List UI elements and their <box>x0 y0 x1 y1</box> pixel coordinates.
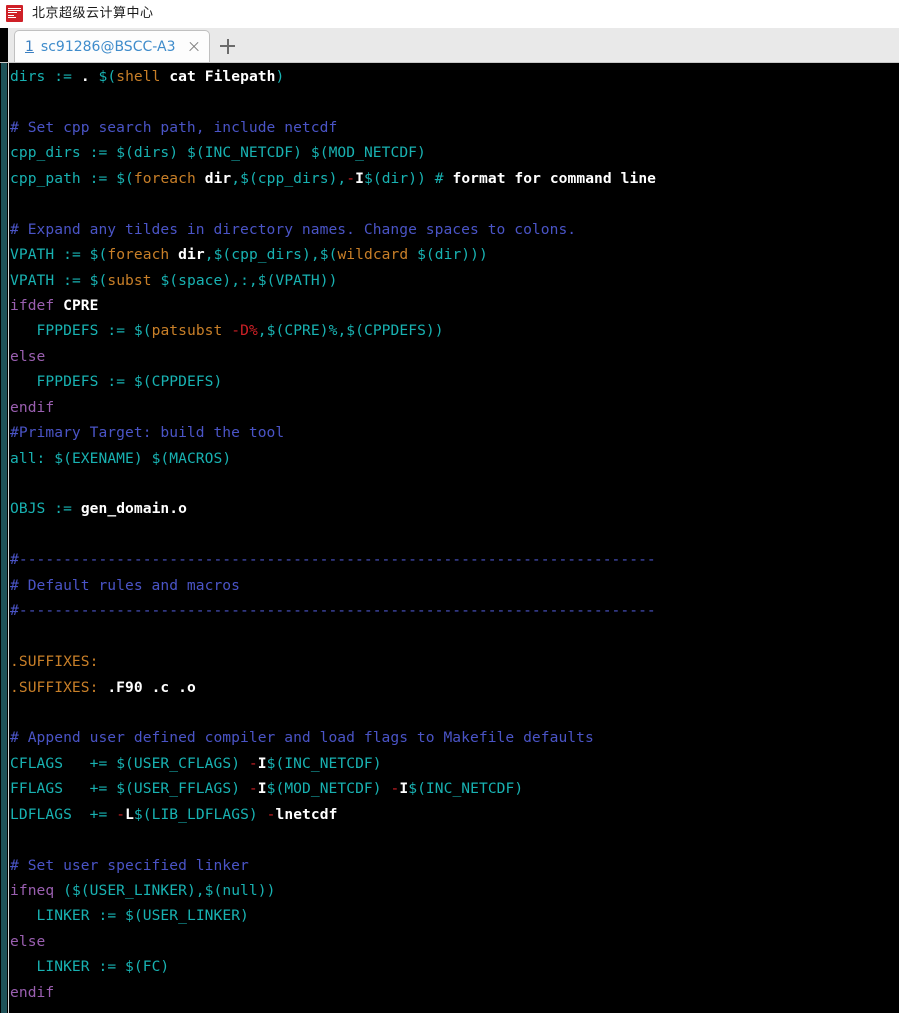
terminal-line: CFLAGS += $(USER_CFLAGS) -I$(INC_NETCDF) <box>10 754 382 772</box>
terminal-line: # Append user defined compiler and load … <box>10 729 594 747</box>
terminal-line: endif <box>10 398 55 416</box>
terminal-line: FFLAGS += $(USER_FFLAGS) -I$(MOD_NETCDF)… <box>10 780 524 798</box>
terminal-line: FPPDEFS := $(CPPDEFS) <box>36 373 223 391</box>
terminal-scrollbar[interactable] <box>0 63 9 1013</box>
window-title: 北京超级云计算中心 <box>32 6 154 21</box>
close-icon[interactable] <box>185 38 203 56</box>
terminal-scrollbar-thumb[interactable] <box>1 63 7 1013</box>
tab-session-1[interactable]: 1 sc91286@BSCC-A3 <box>14 30 211 62</box>
terminal-line: .SUFFIXES: .F90 .c .o <box>10 678 196 696</box>
terminal-line: cpp_dirs := $(dirs) $(INC_NETCDF) $(MOD_… <box>10 144 426 162</box>
terminal-line: # Default rules and macros <box>10 576 241 594</box>
terminal-line: FPPDEFS := $(patsubst -D%,$(CPRE)%,$(CPP… <box>36 322 444 340</box>
terminal-line: .SUFFIXES: <box>10 653 99 671</box>
plus-icon[interactable] <box>210 30 244 62</box>
terminal-line: #---------------------------------------… <box>10 551 656 569</box>
terminal-line: LINKER := $(USER_LINKER) <box>36 907 249 925</box>
terminal-line: dirs := . $(shell cat Filepath) <box>10 68 285 85</box>
terminal-line: cpp_path := $(foreach dir,$(cpp_dirs),-I… <box>10 169 657 187</box>
tab-index-label: 1 <box>25 38 34 55</box>
tab-bar: 1 sc91286@BSCC-A3 <box>0 28 899 63</box>
terminal-line: #---------------------------------------… <box>10 602 656 620</box>
terminal-line: LDFLAGS += -L$(LIB_LDFLAGS) -lnetcdf <box>10 805 338 823</box>
terminal-line: ifneq ($(USER_LINKER),$(null)) <box>10 882 276 899</box>
terminal-line: endif <box>10 983 55 1001</box>
terminal-line: VPATH := $(foreach dir,$(cpp_dirs),$(wil… <box>10 246 488 264</box>
terminal-pane[interactable]: dirs := . $(shell cat Filepath) # Set cp… <box>0 63 899 1013</box>
terminal-line: # Expand any tildes in directory names. … <box>10 220 577 238</box>
terminal-text-output: dirs := . $(shell cat Filepath) # Set cp… <box>10 63 899 1013</box>
terminal-line: #Primary Target: build the tool <box>10 424 285 442</box>
tab-title-label: sc91286@BSCC-A3 <box>40 38 176 55</box>
terminal-line: LINKER := $(FC) <box>36 958 170 976</box>
terminal-line: OBJS := gen_domain.o <box>10 500 187 518</box>
terminal-line: # Set user specified linker <box>10 856 249 874</box>
terminal-line: all: $(EXENAME) $(MACROS) <box>10 449 232 467</box>
terminal-line: else <box>10 347 46 365</box>
terminal-line: # Set cpp search path, include netcdf <box>10 118 338 136</box>
terminal-line: else <box>10 932 46 950</box>
app-logo-icon <box>6 5 23 22</box>
terminal-line: ifdef CPRE <box>10 296 99 314</box>
window-title-bar: 北京超级云计算中心 <box>0 0 899 28</box>
terminal-line: VPATH := $(subst $(space),:,$(VPATH)) <box>10 271 338 289</box>
